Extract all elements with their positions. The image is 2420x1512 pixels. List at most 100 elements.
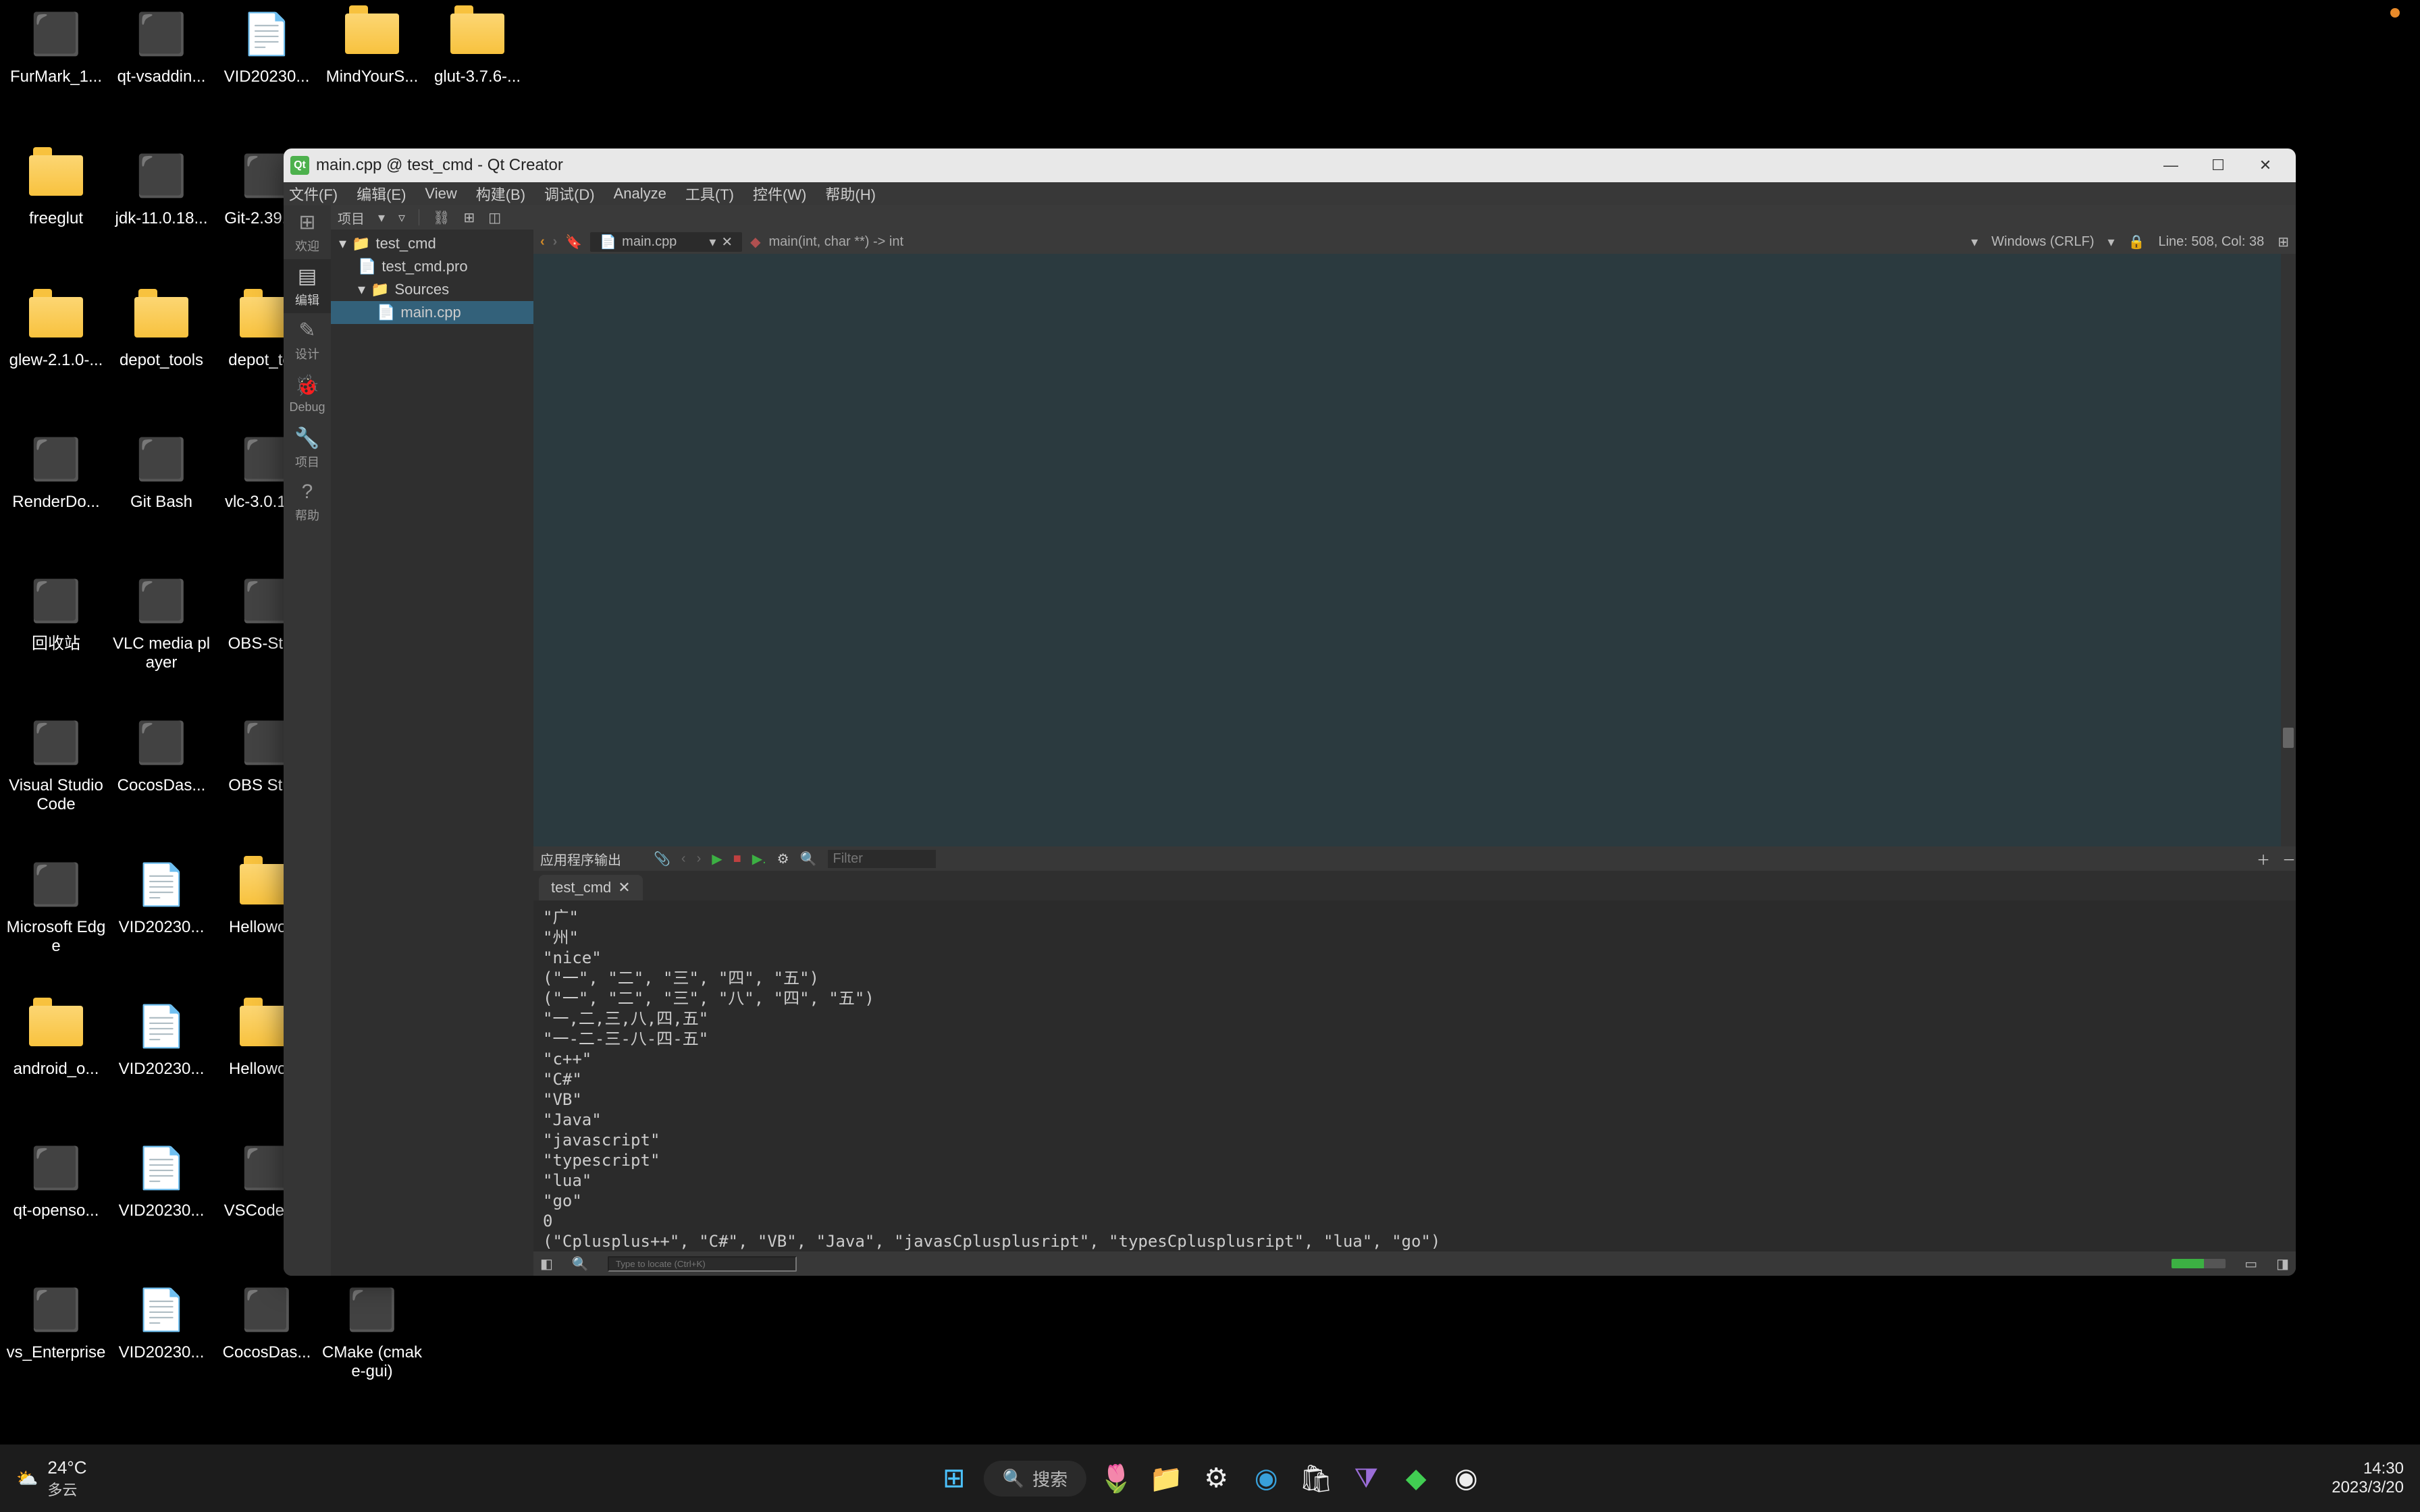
output-toolbar: 应用程序输出 📎 ‹ › ▶ ■ ▶. ⚙ 🔍 ＋ [533, 846, 2296, 871]
link-icon[interactable]: ⛓ [433, 209, 450, 226]
split-editor-icon[interactable]: ⊞ [2278, 234, 2289, 250]
menu-item[interactable]: 构建(B) [476, 183, 525, 205]
clock[interactable]: 14:30 2023/3/20 [2332, 1459, 2404, 1497]
file-tab[interactable]: 📄main.cpp▾✕ [590, 232, 742, 252]
desktop-icon[interactable]: ⬛RenderDo... [5, 432, 107, 560]
weather-temp: 24°C [47, 1457, 86, 1478]
search-box[interactable]: 🔍搜索 [984, 1461, 1086, 1496]
window-titlebar[interactable]: Qt main.cpp @ test_cmd - Qt Creator — ☐ … [284, 148, 2296, 182]
desktop-icon[interactable]: 📄VID20230... [111, 1282, 212, 1411]
desktop-icon[interactable]: ⬛FurMark_1... [5, 7, 107, 135]
desktop-icon[interactable]: 📄VID20230... [216, 7, 317, 135]
desktop-icon[interactable]: ⬛vs_Enterprise [5, 1282, 107, 1411]
project-label[interactable]: 项目 [338, 208, 365, 227]
app-qt[interactable]: ◆ [1396, 1458, 1436, 1498]
desktop-icon[interactable]: depot_tools [111, 290, 212, 418]
code-lines[interactable] [558, 254, 2296, 846]
out-minus-icon[interactable]: － [2282, 849, 2296, 869]
nav-back-icon[interactable]: ‹ [540, 234, 545, 250]
desktop-icon[interactable]: ⬛Visual Studio Code [5, 716, 107, 844]
filter-input[interactable] [828, 850, 936, 868]
app-store[interactable]: 🛍 [1296, 1458, 1336, 1498]
tree-main-cpp[interactable]: 📄main.cpp [331, 301, 533, 324]
menu-bar: 文件(F) 编辑(E) View 构建(B) 调试(D) Analyze 工具(T) 控件(W… [284, 182, 2296, 205]
app-flowers[interactable]: 🌷 [1096, 1458, 1136, 1498]
nav-fwd-icon[interactable]: › [553, 234, 558, 250]
out-run-icon[interactable]: ▶ [712, 850, 722, 867]
rail-Debug[interactable]: 🐞Debug [284, 367, 331, 421]
close-file-icon[interactable]: ✕ [721, 234, 733, 250]
lock-icon[interactable]: 🔒 [2128, 234, 2145, 250]
locate-input[interactable] [608, 1256, 797, 1272]
sidebar-toggle-icon[interactable]: ◧ [540, 1256, 553, 1272]
menu-item[interactable]: 调试(D) [544, 183, 595, 205]
rail-欢迎[interactable]: ⊞欢迎 [284, 205, 331, 259]
tree-root[interactable]: ▾📁test_cmd [331, 232, 533, 255]
desktop-icon[interactable]: 📄VID20230... [111, 857, 212, 986]
app-obs[interactable]: ◉ [1446, 1458, 1486, 1498]
desktop-icon[interactable]: ⬛Git Bash [111, 432, 212, 560]
desktop-icon[interactable]: ⬛Microsoft Edge [5, 857, 107, 986]
app-explorer[interactable]: 📁 [1146, 1458, 1186, 1498]
menu-item[interactable]: Analyze [614, 185, 666, 202]
rail-帮助[interactable]: ?帮助 [284, 475, 331, 529]
desktop-icon[interactable]: ⬛qt-vsaddin... [111, 7, 212, 135]
maximize-button[interactable]: ☐ [2194, 148, 2242, 182]
rail-项目[interactable]: 🔧项目 [284, 421, 331, 475]
start-button[interactable]: ⊞ [934, 1458, 974, 1498]
filter-icon[interactable]: ▿ [398, 209, 405, 226]
menu-item[interactable]: 控件(W) [753, 183, 806, 205]
tree-pro[interactable]: 📄test_cmd.pro [331, 255, 533, 278]
menu-item[interactable]: View [425, 185, 456, 202]
out-back-icon[interactable]: ‹ [681, 851, 686, 867]
desktop-icon[interactable]: android_o... [5, 999, 107, 1127]
out-add-icon[interactable]: ＋ [2257, 849, 2270, 869]
scrollbar[interactable] [2281, 254, 2296, 846]
menu-item[interactable]: 编辑(E) [357, 183, 406, 205]
out-fwd-icon[interactable]: › [697, 851, 702, 867]
expand-icon[interactable]: ⊞ [463, 209, 475, 226]
close-button[interactable]: ✕ [2242, 148, 2289, 182]
bookmark-icon[interactable]: 🔖 [565, 234, 582, 250]
code-area[interactable] [533, 254, 2296, 846]
desktop-icon[interactable]: ⬛CocosDas... [216, 1282, 317, 1411]
menu-item[interactable]: 文件(F) [289, 183, 338, 205]
desktop-icon[interactable]: 📄VID20230... [111, 999, 212, 1127]
right-sidebar-icon[interactable]: ◨ [2276, 1256, 2289, 1272]
tree-sources[interactable]: ▾📁Sources [331, 278, 533, 301]
rail-设计[interactable]: ✎设计 [284, 313, 331, 367]
desktop-icon[interactable]: glut-3.7.6-... [427, 7, 528, 135]
minimize-button[interactable]: — [2147, 148, 2194, 182]
desktop-icon[interactable]: ⬛CMake (cmake-gui) [321, 1282, 423, 1411]
desktop-icon[interactable]: ⬛回收站 [5, 574, 107, 702]
weather-widget[interactable]: ⛅ 24°C 多云 [0, 1457, 86, 1500]
attach-icon[interactable]: 📎 [654, 850, 670, 867]
desktop-icon[interactable]: 📄VID20230... [111, 1141, 212, 1269]
app-settings[interactable]: ⚙ [1196, 1458, 1236, 1498]
desktop-icon[interactable]: freeglut [5, 148, 107, 277]
encoding[interactable]: Windows (CRLF) [1991, 234, 2094, 250]
menu-item[interactable]: 工具(T) [685, 183, 734, 205]
taskbar-center: ⊞ 🔍搜索 🌷 📁 ⚙ ◉ 🛍 ⧩ ◆ ◉ [934, 1458, 1486, 1498]
breadcrumb[interactable]: main(int, char **) -> int [769, 234, 904, 250]
out-stop-icon[interactable]: ■ [733, 851, 741, 867]
collapse-icon[interactable]: ▭ [2244, 1256, 2257, 1272]
close-tab-icon[interactable]: ✕ [618, 879, 630, 896]
app-vs[interactable]: ⧩ [1346, 1458, 1386, 1498]
menu-item[interactable]: 帮助(H) [825, 183, 876, 205]
desktop-icon[interactable]: ⬛CocosDas... [111, 716, 212, 844]
project-toolbar: 项目▾ ▿ ⛓ ⊞ ◫ [331, 205, 2296, 230]
out-rerun-icon[interactable]: ▶. [752, 850, 766, 867]
output-tab[interactable]: test_cmd✕ [539, 875, 643, 900]
desktop-icon[interactable]: MindYourS... [321, 7, 423, 135]
desktop-icon[interactable]: ⬛qt-openso... [5, 1141, 107, 1269]
desktop-icon[interactable]: ⬛VLC media player [111, 574, 212, 702]
desktop-icon[interactable]: ⬛jdk-11.0.18... [111, 148, 212, 277]
split-icon[interactable]: ◫ [488, 209, 501, 226]
rail-编辑[interactable]: ▤编辑 [284, 259, 331, 313]
app-edge[interactable]: ◉ [1246, 1458, 1286, 1498]
desktop-icon[interactable]: glew-2.1.0-... [5, 290, 107, 418]
scroll-thumb[interactable] [2283, 728, 2294, 748]
out-settings-icon[interactable]: ⚙ [777, 850, 789, 867]
console-output[interactable]: "广" "州" "nice" ("一", "二", "三", "四", "五")… [533, 900, 2296, 1251]
